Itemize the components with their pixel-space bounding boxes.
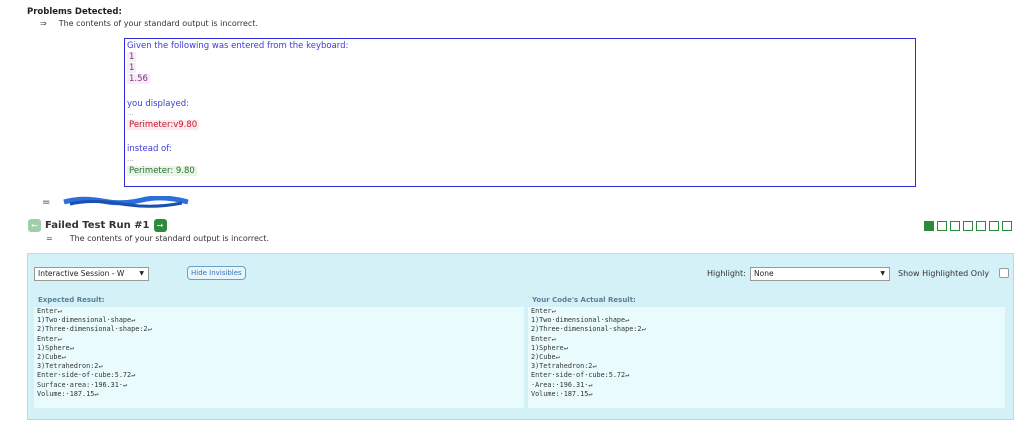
problems-title: Problems Detected: xyxy=(27,7,122,17)
displayed-dots: ... xyxy=(127,109,134,117)
list-item: 3)Tetrahedron:2↵ xyxy=(531,362,597,371)
problems-message-row: ⇒ The contents of your standard output i… xyxy=(40,19,258,28)
failed-test-title: Failed Test Run #1 xyxy=(45,220,150,231)
list-item: 3)Tetrahedron:2↵ xyxy=(37,362,103,371)
comparison-panel: Interactive Session - W ▼ Hide Invisible… xyxy=(27,253,1014,420)
actual-result-box: Enter↵ 1)Two·dimensional·shape↵ 2)Three·… xyxy=(528,307,1005,408)
list-item: Enter↵ xyxy=(37,307,62,315)
list-item: 2)Cube↵ xyxy=(37,353,66,362)
test-progress-square[interactable] xyxy=(1002,221,1012,231)
list-item: 2)Three·dimensional·shape:2↵ xyxy=(37,325,152,334)
expected-result-box: Enter↵ 1)Two·dimensional·shape↵ 2)Three·… xyxy=(34,307,524,408)
input-line-3: 1.56 xyxy=(127,74,150,84)
displayed-value: Perimeter:v9.80 xyxy=(127,120,200,130)
list-item: 1)Two·dimensional·shape↵ xyxy=(37,316,136,325)
list-item: 1)Sphere↵ xyxy=(531,343,568,352)
chevron-down-icon: ▼ xyxy=(139,270,144,277)
failed-message: The contents of your standard output is … xyxy=(69,234,269,243)
given-label: Given the following was entered from the… xyxy=(127,41,349,51)
actual-result-header: Your Code's Actual Result: xyxy=(532,296,636,304)
test-progress-square[interactable] xyxy=(950,221,960,231)
equals-sign: = xyxy=(46,234,53,243)
expected-value: Perimeter: 9.80 xyxy=(127,166,197,176)
equals-sign: = xyxy=(42,197,51,208)
list-item: ·Area:·196.31·↵ xyxy=(531,380,593,389)
failed-message-row: = The contents of your standard output i… xyxy=(46,234,269,243)
list-item: Volume:·187.15↵ xyxy=(37,389,99,398)
test-progress-square[interactable] xyxy=(924,221,934,231)
chevron-down-icon: ▼ xyxy=(880,270,885,277)
list-item: Enter↵ xyxy=(37,334,62,343)
show-highlighted-checkbox[interactable] xyxy=(999,268,1009,278)
test-progress-square[interactable] xyxy=(976,221,986,231)
prev-arrow-icon[interactable]: ← xyxy=(28,219,41,232)
arrow-icon: ⇒ xyxy=(40,19,47,28)
list-item: Surface·area:·196.31·↵ xyxy=(37,380,128,389)
redaction-scribble xyxy=(63,196,189,208)
list-item: Enter·side·of·cube:5.72↵ xyxy=(531,371,630,380)
hide-invisibles-button[interactable]: Hide Invisibles xyxy=(187,266,246,280)
instead-label: instead of: xyxy=(127,144,172,154)
list-item: Enter·side·of·cube:5.72↵ xyxy=(37,371,136,380)
input-line-1: 1 xyxy=(127,52,137,62)
test-progress-square[interactable] xyxy=(937,221,947,231)
test-progress xyxy=(924,221,1012,231)
session-select[interactable]: Interactive Session - W ▼ xyxy=(34,267,149,281)
list-item: Enter↵ xyxy=(531,334,556,343)
list-item: Enter↵ xyxy=(531,307,556,315)
list-item: 2)Three·dimensional·shape:2↵ xyxy=(531,325,646,334)
displayed-label: you displayed: xyxy=(127,99,189,109)
list-item: 1)Two·dimensional·shape↵ xyxy=(531,316,630,325)
highlight-select[interactable]: None ▼ xyxy=(750,267,890,281)
failed-test-row: ← Failed Test Run #1 → xyxy=(28,219,167,232)
test-progress-square[interactable] xyxy=(963,221,973,231)
list-item: Volume:·187.15↵ xyxy=(531,389,593,398)
instead-dots: ... xyxy=(127,155,134,163)
next-arrow-icon[interactable]: → xyxy=(153,219,167,232)
list-item: 2)Cube↵ xyxy=(531,353,560,362)
highlight-select-value: None xyxy=(754,269,774,278)
input-line-2: 1 xyxy=(127,63,137,73)
feedback-box: Given the following was entered from the… xyxy=(124,38,916,187)
show-highlighted-label: Show Highlighted Only xyxy=(898,269,990,278)
list-item: 1)Sphere↵ xyxy=(37,343,74,352)
highlight-label: Highlight: xyxy=(707,269,746,278)
expected-result-header: Expected Result: xyxy=(38,296,105,304)
test-progress-square[interactable] xyxy=(989,221,999,231)
problems-message: The contents of your standard output is … xyxy=(58,19,258,28)
session-select-value: Interactive Session - W xyxy=(38,269,125,278)
